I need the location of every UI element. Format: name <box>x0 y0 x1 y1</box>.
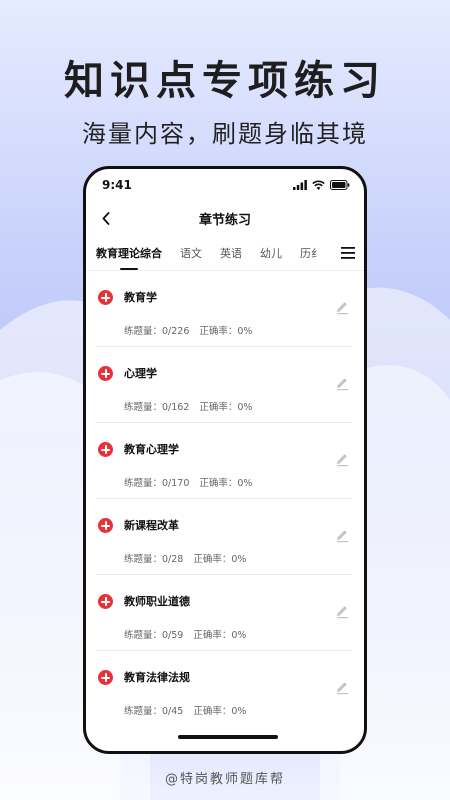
expand-plus-icon[interactable] <box>98 594 113 609</box>
page-title: 章节练习 <box>198 212 251 228</box>
signal-icon <box>293 180 307 190</box>
chevron-left-icon <box>102 211 110 225</box>
tab-history[interactable]: 历纟 <box>300 245 322 261</box>
item-title: 教育学 <box>124 291 157 304</box>
item-stats: 练题量：0/226 正确率：0% <box>124 323 252 337</box>
back-button[interactable] <box>96 207 116 229</box>
item-count: 练题量：0/59 <box>124 630 184 641</box>
item-title: 教师职业道德 <box>124 595 190 608</box>
promo-headline: 知识点专项练习 <box>64 58 386 104</box>
item-accuracy: 正确率：0% <box>193 706 247 717</box>
tab-chinese[interactable]: 语文 <box>180 245 202 261</box>
item-title: 心理学 <box>124 367 157 380</box>
menu-button[interactable] <box>332 235 364 270</box>
item-count: 练题量：0/28 <box>124 554 184 565</box>
list-item[interactable]: 教师职业道德 练题量：0/59 正确率：0% <box>96 575 352 651</box>
item-title: 新课程改革 <box>124 519 179 532</box>
item-accuracy: 正确率：0% <box>193 630 247 641</box>
expand-plus-icon[interactable] <box>98 442 113 457</box>
status-bar: 9:41 <box>86 169 364 201</box>
item-accuracy: 正确率：0% <box>199 326 253 337</box>
item-stats: 练题量：0/45 正确率：0% <box>124 703 246 717</box>
item-count: 练题量：0/170 <box>124 478 190 489</box>
expand-plus-icon[interactable] <box>98 290 113 305</box>
list-item[interactable]: 教育心理学 练题量：0/170 正确率：0% <box>96 423 352 499</box>
item-accuracy: 正确率：0% <box>193 554 247 565</box>
home-indicator[interactable] <box>178 735 278 739</box>
list-item[interactable]: 教育学 练题量：0/226 正确率：0% <box>96 271 352 347</box>
item-count: 练题量：0/162 <box>124 402 190 413</box>
nav-bar: 章节练习 <box>86 201 364 235</box>
item-accuracy: 正确率：0% <box>199 478 253 489</box>
item-stats: 练题量：0/28 正确率：0% <box>124 551 246 565</box>
edit-pencil-icon[interactable] <box>334 527 350 543</box>
tab-education-theory[interactable]: 教育理论综合 <box>96 245 162 270</box>
promo-subheadline: 海量内容，刷题身临其境 <box>82 120 368 148</box>
item-stats: 练题量：0/59 正确率：0% <box>124 627 246 641</box>
wifi-icon <box>312 180 325 190</box>
footer-brand: @特岗教师题库帮 <box>164 772 285 787</box>
edit-pencil-icon[interactable] <box>334 603 350 619</box>
expand-plus-icon[interactable] <box>98 366 113 381</box>
edit-pencil-icon[interactable] <box>334 451 350 467</box>
edit-pencil-icon[interactable] <box>334 679 350 695</box>
item-count: 练题量：0/226 <box>124 326 190 337</box>
battery-icon <box>330 180 350 190</box>
phone-mockup: 9:41 章节练习 教育理论综合 语文 英语 幼儿 历纟 教育学 练题量：0/2… <box>83 166 367 754</box>
edit-pencil-icon[interactable] <box>334 299 350 315</box>
chapter-list: 教育学 练题量：0/226 正确率：0% 心理学 练题量：0/162 正确率：0% … <box>86 271 364 727</box>
hamburger-menu-icon <box>341 247 355 259</box>
tab-english[interactable]: 英语 <box>220 245 242 261</box>
list-item[interactable]: 新课程改革 练题量：0/28 正确率：0% <box>96 499 352 575</box>
status-time: 9:41 <box>102 178 132 192</box>
status-icons <box>293 180 350 190</box>
item-count: 练题量：0/45 <box>124 706 184 717</box>
list-item[interactable]: 心理学 练题量：0/162 正确率：0% <box>96 347 352 423</box>
edit-pencil-icon[interactable] <box>334 375 350 391</box>
tab-preschool[interactable]: 幼儿 <box>260 245 282 261</box>
category-tabs: 教育理论综合 语文 英语 幼儿 历纟 <box>86 235 364 271</box>
item-title: 教育法律法规 <box>124 671 190 684</box>
expand-plus-icon[interactable] <box>98 670 113 685</box>
item-stats: 练题量：0/170 正确率：0% <box>124 475 252 489</box>
expand-plus-icon[interactable] <box>98 518 113 533</box>
item-stats: 练题量：0/162 正确率：0% <box>124 399 252 413</box>
list-item[interactable]: 教育法律法规 练题量：0/45 正确率：0% <box>96 651 352 727</box>
item-accuracy: 正确率：0% <box>199 402 253 413</box>
item-title: 教育心理学 <box>124 443 179 456</box>
